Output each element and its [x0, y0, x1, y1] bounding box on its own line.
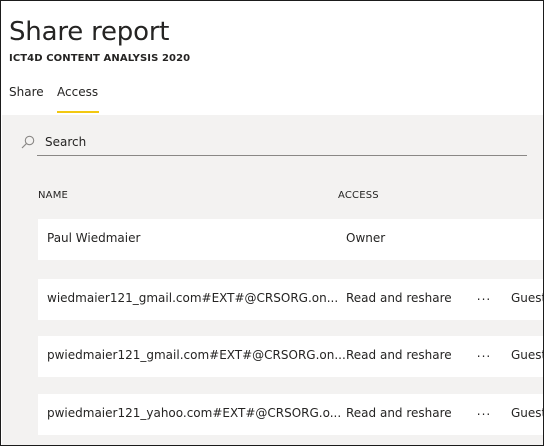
table-row[interactable]: pwiedmaier121_yahoo.com#EXT#@CRSORG.o...… — [38, 394, 544, 435]
more-options-button[interactable]: ... — [474, 404, 494, 418]
user-name: pwiedmaier121_gmail.com#EXT#@CRSORG.on..… — [47, 348, 346, 362]
user-type-label: Guest — [511, 348, 544, 362]
table-row[interactable]: pwiedmaier121_gmail.com#EXT#@CRSORG.on..… — [38, 336, 544, 377]
dialog-title: Share report — [9, 17, 170, 47]
search-icon — [21, 135, 35, 149]
active-tab-indicator — [57, 111, 99, 113]
access-level: Read and reshare — [346, 406, 452, 420]
access-level: Owner — [346, 231, 386, 245]
search-input[interactable] — [45, 131, 525, 153]
table-row[interactable]: wiedmaier121_gmail.com#EXT#@CRSORG.on...… — [38, 279, 544, 320]
user-name: pwiedmaier121_yahoo.com#EXT#@CRSORG.o... — [47, 406, 342, 420]
user-name: wiedmaier121_gmail.com#EXT#@CRSORG.on... — [47, 291, 339, 305]
share-report-dialog: Share report ICT4D CONTENT ANALYSIS 2020… — [0, 0, 544, 446]
more-options-button[interactable]: ... — [474, 346, 494, 360]
column-header-access[interactable]: ACCESS — [338, 190, 379, 201]
access-level: Read and reshare — [346, 348, 452, 362]
column-header-name[interactable]: NAME — [38, 190, 68, 201]
tab-share[interactable]: Share — [9, 85, 44, 99]
search-underline — [37, 155, 527, 156]
user-type-label: Guest — [511, 406, 544, 420]
report-name: ICT4D CONTENT ANALYSIS 2020 — [9, 53, 191, 64]
more-options-button[interactable]: ... — [474, 289, 494, 303]
table-row[interactable]: Paul Wiedmaier Owner — [38, 219, 543, 260]
user-name: Paul Wiedmaier — [47, 231, 141, 245]
tab-access[interactable]: Access — [57, 85, 98, 99]
access-level: Read and reshare — [346, 291, 452, 305]
user-type-label: Guest — [511, 291, 544, 305]
